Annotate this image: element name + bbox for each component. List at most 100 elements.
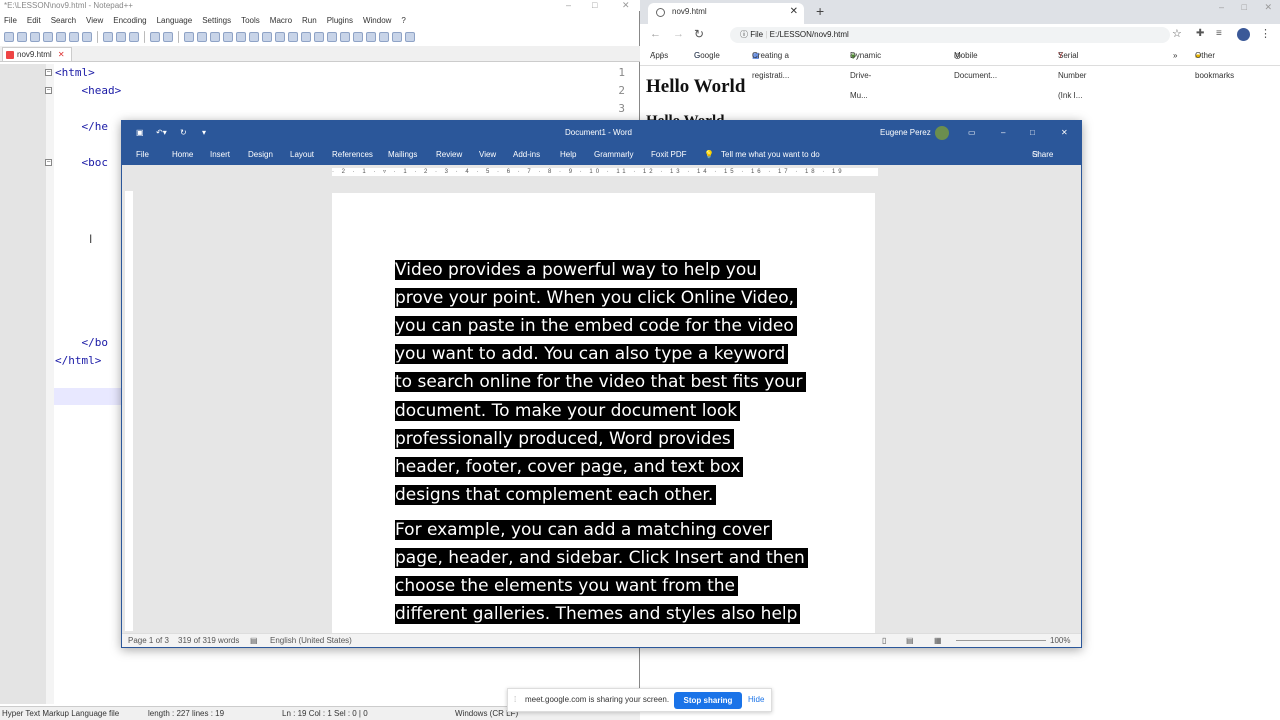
- indent-guide-icon[interactable]: [275, 32, 285, 42]
- function-list-icon[interactable]: [314, 32, 324, 42]
- wrap-icon[interactable]: [249, 32, 259, 42]
- find-icon[interactable]: [184, 32, 194, 42]
- page-count[interactable]: Page 1 of 3: [128, 634, 169, 648]
- close-all-icon[interactable]: [69, 32, 79, 42]
- minimize-icon[interactable]: –: [566, 0, 571, 11]
- selected-text-line[interactable]: For example, you can add a matching cove…: [395, 516, 773, 544]
- undo-icon[interactable]: ↶▾: [156, 121, 167, 145]
- proofing-icon[interactable]: ▤: [250, 634, 258, 648]
- profile-avatar[interactable]: [1237, 28, 1250, 41]
- word-count[interactable]: 319 of 319 words: [178, 634, 239, 648]
- zoom-slider[interactable]: [956, 640, 1046, 641]
- language-status[interactable]: English (United States): [270, 634, 352, 648]
- code-line[interactable]: </bo: [55, 336, 108, 349]
- more-bookmarks-icon[interactable]: »: [1173, 46, 1177, 66]
- tab-foxit-pdf[interactable]: Foxit PDF: [651, 145, 687, 165]
- selected-text-line[interactable]: Video provides a powerful way to help yo…: [395, 256, 761, 284]
- replace-icon[interactable]: [197, 32, 207, 42]
- doc-map-icon[interactable]: [301, 32, 311, 42]
- web-layout-icon[interactable]: ▦: [934, 634, 942, 648]
- undo-icon[interactable]: [150, 32, 160, 42]
- document-page[interactable]: Video provides a powerful way to help yo…: [332, 193, 875, 633]
- bookmark-star-icon[interactable]: ☆: [1172, 27, 1182, 40]
- save-macro-icon[interactable]: [405, 32, 415, 42]
- menu-window[interactable]: Window: [363, 14, 391, 28]
- menu-macro[interactable]: Macro: [270, 14, 292, 28]
- avatar[interactable]: [935, 126, 949, 140]
- tab-add-ins[interactable]: Add-ins: [513, 145, 540, 165]
- redo-icon[interactable]: [163, 32, 173, 42]
- tab-home[interactable]: Home: [172, 145, 193, 165]
- forward-icon[interactable]: →: [673, 28, 684, 40]
- tab-review[interactable]: Review: [436, 145, 462, 165]
- tell-me-search[interactable]: Tell me what you want to do: [721, 145, 820, 165]
- zoom-level[interactable]: 100%: [1050, 634, 1070, 648]
- tab-close-icon[interactable]: ✕: [790, 3, 798, 21]
- tab-help[interactable]: Help: [560, 145, 576, 165]
- selected-text-line[interactable]: page, header, and sidebar. Click Insert …: [395, 544, 808, 572]
- code-line[interactable]: <head>: [55, 84, 121, 97]
- redo-icon[interactable]: ↻: [180, 121, 187, 145]
- tab-insert[interactable]: Insert: [210, 145, 230, 165]
- hide-button[interactable]: Hide: [748, 689, 764, 711]
- print-icon[interactable]: [82, 32, 92, 42]
- menu-encoding[interactable]: Encoding: [113, 14, 146, 28]
- ribbon-display-icon[interactable]: ▭: [968, 121, 976, 145]
- save-icon[interactable]: [30, 32, 40, 42]
- drag-handle-icon[interactable]: ⁞: [514, 689, 516, 711]
- minimize-icon[interactable]: –: [1001, 121, 1005, 145]
- selected-text-line[interactable]: you want to add. You can also type a key…: [395, 340, 789, 368]
- monitor-icon[interactable]: [340, 32, 350, 42]
- stop-sharing-button[interactable]: Stop sharing: [674, 692, 742, 709]
- back-icon[interactable]: ←: [650, 28, 661, 40]
- close-icon[interactable]: ✕: [1264, 2, 1272, 12]
- tab-view[interactable]: View: [479, 145, 496, 165]
- record-macro-icon[interactable]: [353, 32, 363, 42]
- user-name[interactable]: Eugene Perez: [880, 121, 931, 145]
- menu-language[interactable]: Language: [157, 14, 193, 28]
- tab-grammarly[interactable]: Grammarly: [594, 145, 634, 165]
- menu-icon[interactable]: ⋮: [1260, 27, 1271, 40]
- extensions-icon[interactable]: ✚: [1196, 28, 1204, 39]
- code-line[interactable]: <html>: [55, 66, 95, 79]
- selected-text-line[interactable]: to search online for the video that best…: [395, 368, 806, 396]
- save-all-icon[interactable]: [43, 32, 53, 42]
- close-icon[interactable]: ✕: [622, 0, 630, 11]
- fold-html-icon[interactable]: −: [45, 69, 52, 76]
- selected-text-line[interactable]: document. To make your document look: [395, 397, 741, 425]
- menu-settings[interactable]: Settings: [202, 14, 231, 28]
- open-file-icon[interactable]: [17, 32, 27, 42]
- close-file-icon[interactable]: [56, 32, 66, 42]
- zoom-out-icon[interactable]: [223, 32, 233, 42]
- menu-file[interactable]: File: [4, 14, 17, 28]
- minimize-icon[interactable]: –: [1219, 2, 1224, 12]
- selected-text-line[interactable]: designs that complement each other.: [395, 481, 717, 509]
- tab-design[interactable]: Design: [248, 145, 273, 165]
- vertical-ruler[interactable]: [125, 191, 133, 631]
- folder-workspace-icon[interactable]: [327, 32, 337, 42]
- close-icon[interactable]: ✕: [1061, 121, 1068, 145]
- menu-search[interactable]: Search: [51, 14, 76, 28]
- menu-tools[interactable]: Tools: [241, 14, 260, 28]
- fold-head-icon[interactable]: −: [45, 87, 52, 94]
- tab-layout[interactable]: Layout: [290, 145, 314, 165]
- new-tab-icon[interactable]: +: [816, 3, 824, 19]
- copy-icon[interactable]: [116, 32, 126, 42]
- menu-view[interactable]: View: [86, 14, 103, 28]
- code-line[interactable]: <boc: [55, 156, 108, 169]
- selected-text-line[interactable]: choose the elements you want from the: [395, 572, 738, 600]
- selected-text-line[interactable]: professionally produced, Word provides: [395, 425, 734, 453]
- maximize-icon[interactable]: □: [592, 0, 597, 11]
- read-mode-icon[interactable]: ▯: [882, 634, 886, 648]
- browser-tab[interactable]: nov9.html ✕: [648, 3, 804, 24]
- play-macro-icon[interactable]: [379, 32, 389, 42]
- maximize-icon[interactable]: □: [1030, 121, 1035, 145]
- code-line[interactable]: </html>: [55, 354, 101, 367]
- paste-icon[interactable]: [129, 32, 139, 42]
- tab-references[interactable]: References: [332, 145, 373, 165]
- menu-help[interactable]: ?: [401, 14, 405, 28]
- run-macro-icon[interactable]: [392, 32, 402, 42]
- info-icon[interactable]: ⓘ: [740, 30, 748, 39]
- sync-icon[interactable]: [236, 32, 246, 42]
- stop-macro-icon[interactable]: [366, 32, 376, 42]
